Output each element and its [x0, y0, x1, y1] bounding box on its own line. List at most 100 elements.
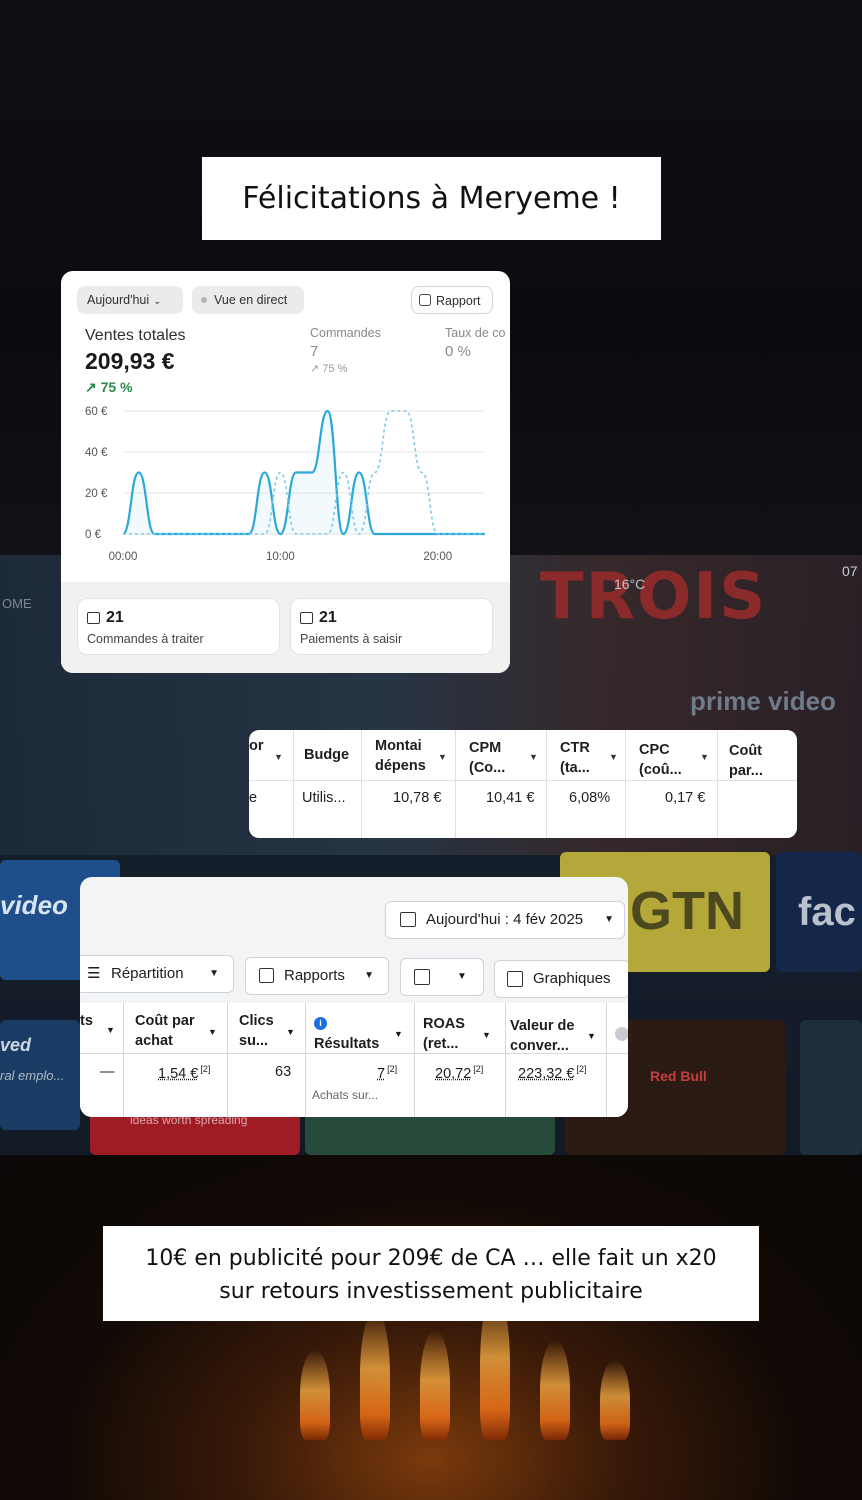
report-button[interactable]: Rapport [411, 286, 493, 314]
chevron-down-icon: ▼ [604, 914, 614, 925]
date-filter-button[interactable]: Aujourd'hui ⌄ [77, 286, 183, 314]
tv-app-tile [800, 1020, 862, 1155]
column-header[interactable]: Clics su... [239, 1011, 274, 1051]
chevron-down-icon[interactable]: ▼ [286, 1027, 295, 1037]
add-column-icon[interactable] [615, 1027, 628, 1041]
report-label: Rapport [436, 294, 481, 308]
column-header[interactable]: Budge [304, 745, 356, 765]
shopify-footer: 21 Commandes à traiter 21 Paiements à sa… [61, 582, 510, 673]
chevron-down-icon[interactable]: ▼ [482, 1030, 491, 1040]
cell-roas: 20,72 [2] [435, 1064, 484, 1082]
flame [420, 1330, 450, 1440]
flame [540, 1340, 570, 1440]
chevron-down-icon: ⌄ [153, 296, 162, 307]
column-header[interactable]: ROAS (ret... [423, 1014, 465, 1054]
tv-tile-label: GTN [630, 881, 744, 941]
orders-to-process-count: 21 [106, 609, 124, 626]
column-divider [414, 1003, 415, 1117]
cell-value: — [100, 1064, 115, 1080]
cell-value: e [249, 790, 258, 806]
date-filter-label: Aujourd'hui [87, 293, 150, 307]
y-tick-label: 20 € [85, 488, 108, 500]
meta-ads-table-card: Aujourd'hui : 4 fév 2025 ▼ ☰ Répartition… [80, 877, 628, 1117]
column-header[interactable]: Valeur de conver... [510, 1016, 574, 1056]
reports-button[interactable]: Rapports ▼ [245, 957, 389, 995]
chevron-down-icon[interactable]: ▼ [587, 1031, 596, 1041]
column-header[interactable]: CPC (coû... [639, 740, 682, 780]
chevron-down-icon: ▼ [364, 970, 374, 981]
column-header[interactable]: CPM (Co... [469, 738, 505, 778]
column-header[interactable]: Coût par achat [135, 1011, 195, 1051]
chevron-down-icon[interactable]: ▼ [106, 1025, 115, 1035]
export-button[interactable]: ▼ [400, 958, 484, 996]
date-range-button[interactable]: Aujourd'hui : 4 fév 2025 ▼ [385, 901, 625, 939]
orders-to-process-card[interactable]: 21 Commandes à traiter [77, 598, 280, 655]
column-header[interactable]: i Résultats [314, 1014, 379, 1054]
divider [249, 780, 797, 781]
series-line-today [121, 409, 485, 536]
caption-line: sur retours investissement publicitaire [219, 1279, 643, 1304]
cell-cost-per-purchase: 1,54 € [2] [158, 1064, 211, 1082]
report-icon [419, 294, 431, 306]
chevron-down-icon[interactable]: ▼ [208, 1027, 217, 1037]
payments-card[interactable]: 21 Paiements à saisir [290, 598, 493, 655]
breakdown-button[interactable]: ☰ Répartition ▼ [80, 955, 234, 993]
cell-budget: Utilis... [302, 790, 346, 806]
y-tick-label: 40 € [85, 447, 108, 459]
chevron-down-icon[interactable]: ▼ [394, 1029, 403, 1039]
total-sales-label: Ventes totales [85, 327, 186, 344]
cell-clicks: 63 [275, 1064, 292, 1080]
tv-clock: 07 [842, 563, 858, 579]
x-tick-label: 20:00 [423, 551, 452, 563]
conversion-value: 0 % [445, 343, 471, 360]
column-header[interactable]: ts [80, 1011, 93, 1031]
orders-to-process-label: Commandes à traiter [87, 632, 204, 646]
shopify-dashboard-card: Aujourd'hui ⌄ Vue en direct Rapport Vente… [61, 271, 510, 673]
sales-line-chart: 60 € 40 € 20 € 0 € 00:00 10:00 20:00 [85, 406, 485, 563]
date-range-label: Aujourd'hui : 4 fév 2025 [426, 911, 584, 928]
column-header[interactable]: CTR (ta... [560, 738, 590, 778]
total-sales-trend: ↗ 75 % [85, 379, 133, 395]
inbox-icon [87, 612, 100, 624]
column-divider [625, 730, 626, 838]
charts-button[interactable]: Graphiques [494, 960, 628, 998]
tv-tile-label: fac [798, 890, 856, 934]
x-tick-label: 00:00 [109, 551, 138, 563]
live-view-button[interactable]: Vue en direct [192, 286, 304, 314]
flame [600, 1360, 630, 1440]
column-header[interactable]: or [249, 736, 264, 756]
chevron-down-icon[interactable]: ▼ [609, 752, 618, 762]
chevron-down-icon[interactable]: ▼ [529, 752, 538, 762]
chevron-down-icon: ▼ [457, 971, 467, 982]
cell-ctr: 6,08% [569, 790, 611, 806]
column-divider [227, 1003, 228, 1117]
column-divider [717, 730, 718, 838]
tv-tile-label: Red Bull [650, 1068, 707, 1084]
column-divider [293, 730, 294, 838]
export-icon [414, 969, 430, 985]
chevron-down-icon[interactable]: ▼ [438, 752, 447, 762]
tv-nav-label: OME [2, 596, 32, 611]
x-tick-label: 10:00 [266, 551, 295, 563]
chevron-down-icon[interactable]: ▼ [274, 752, 283, 762]
y-tick-label: 60 € [85, 406, 108, 418]
column-header[interactable]: Montai dépens [375, 736, 430, 776]
cell-cpc: 0,17 € [665, 790, 706, 806]
y-tick-label: 0 € [85, 529, 102, 541]
caption-roas-summary: 10€ en publicité pour 209€ de CA … elle … [103, 1226, 759, 1321]
orders-value: 7 [310, 343, 319, 360]
chart-icon [507, 971, 523, 987]
cell-amount-spent: 10,78 € [393, 790, 442, 806]
conversion-label: Taux de co [445, 326, 506, 340]
tv-tile-label: ved [0, 1035, 32, 1055]
column-header[interactable]: Coût par... [729, 741, 763, 781]
calendar-icon [400, 912, 416, 927]
info-icon[interactable]: i [314, 1017, 327, 1030]
fireplace [0, 1155, 862, 1500]
payment-icon [300, 612, 313, 624]
cell-results: 7 [2] [377, 1064, 398, 1082]
flame [360, 1310, 390, 1440]
charts-label: Graphiques [533, 970, 611, 987]
chevron-down-icon[interactable]: ▼ [700, 752, 709, 762]
tv-brand-logo: prime video [690, 686, 836, 716]
